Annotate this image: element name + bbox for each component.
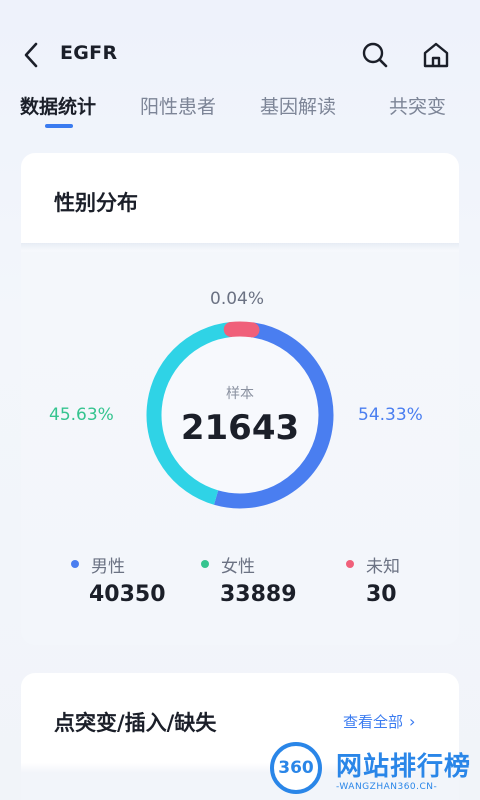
card-title: 点突变/插入/缺失 xyxy=(54,711,217,735)
donut-center-total: 21643 xyxy=(180,408,300,448)
unknown-percent-label: 0.04% xyxy=(210,289,265,309)
tab-co-mutation[interactable]: 共突变 xyxy=(389,92,446,119)
back-icon xyxy=(24,42,38,68)
tab-positive-patients[interactable]: 阳性患者 xyxy=(140,92,216,119)
view-all-label: 查看全部 xyxy=(343,713,404,731)
watermark-domain: -WANGZHAN360.CN- xyxy=(336,782,438,792)
search-icon xyxy=(362,42,388,68)
watermark-logo: 360 xyxy=(270,742,322,794)
watermark-name: 网站排行榜 xyxy=(336,752,472,782)
chevron-right-icon: › xyxy=(409,712,416,731)
legend-label: 未知 xyxy=(366,557,400,577)
app-header: EGFR xyxy=(0,0,480,90)
legend-dot xyxy=(71,560,79,568)
legend-dot xyxy=(201,560,209,568)
tab-gene-interpretation[interactable]: 基因解读 xyxy=(260,92,336,119)
search-button[interactable] xyxy=(360,40,390,70)
legend-dot xyxy=(346,560,354,568)
tab-data-stats[interactable]: 数据统计 xyxy=(20,92,96,119)
legend-value: 30 xyxy=(366,582,397,607)
legend-value: 33889 xyxy=(220,582,297,607)
back-button[interactable] xyxy=(18,40,44,70)
view-all-link[interactable]: 查看全部 › xyxy=(343,711,415,732)
donut-center-label: 样本 xyxy=(226,386,254,402)
donut-segment-unknown xyxy=(223,321,260,338)
page-title: EGFR xyxy=(60,42,118,64)
legend-label: 女性 xyxy=(221,557,255,577)
home-icon xyxy=(423,42,449,68)
watermark: 360 网站排行榜 -WANGZHAN360.CN- xyxy=(270,742,480,800)
home-button[interactable] xyxy=(421,40,451,70)
legend-label: 男性 xyxy=(91,557,125,577)
legend-value: 40350 xyxy=(89,582,166,607)
active-tab-indicator xyxy=(45,124,73,128)
gender-distribution-card: 性别分布 0.04% 45.63% 54.33% 样本 21643 男性 403… xyxy=(21,153,459,645)
